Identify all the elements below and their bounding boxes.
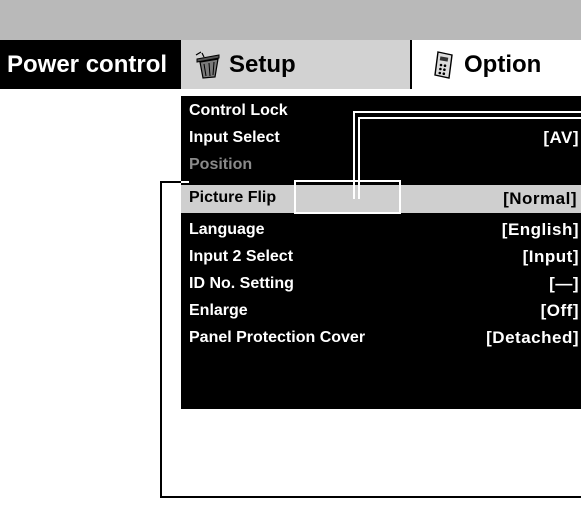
menu-item-label: Position: [189, 156, 253, 173]
menu-item-value: [Detached]: [486, 328, 579, 347]
menu-item-panel-protection-cover[interactable]: Panel Protection Cover [Detached]: [181, 326, 581, 352]
tab-power-control-label: Power control: [7, 50, 168, 78]
tab-option[interactable]: Option: [412, 40, 581, 89]
callout-connector: [181, 181, 189, 183]
menu-item-label: Panel Protection Cover: [189, 329, 366, 346]
menu-item-id-no-setting[interactable]: ID No. Setting [—]: [181, 272, 581, 298]
remote-control-icon: [432, 50, 458, 80]
menu-item-value: [Input]: [522, 247, 579, 266]
tab-option-label: Option: [464, 50, 542, 78]
selected-value-highlight: [294, 180, 401, 214]
menu-item-label: Input 2 Select: [189, 248, 294, 265]
menu-item-label: Control Lock: [189, 102, 288, 119]
menu-item-input-2-select[interactable]: Input 2 Select [Input]: [181, 245, 581, 271]
menu-item-value: [—]: [549, 274, 579, 293]
menu-item-label: Language: [189, 221, 265, 238]
top-bar: [0, 0, 581, 40]
menu-item-language[interactable]: Language [English]: [181, 218, 581, 244]
tab-power-control[interactable]: Power control: [0, 40, 178, 89]
menu-item-value: [English]: [501, 220, 579, 239]
menu-item-label: ID No. Setting: [189, 275, 294, 292]
menu-item-value: [Off]: [540, 301, 579, 320]
menu-item-enlarge[interactable]: Enlarge [Off]: [181, 299, 581, 325]
tab-setup-label: Setup: [229, 50, 296, 78]
menu-item-label: Input Select: [189, 129, 280, 146]
menu-item-label: Picture Flip: [189, 189, 277, 206]
trash-can-icon: [193, 50, 223, 80]
menu-item-label: Enlarge: [189, 302, 248, 319]
tab-setup[interactable]: Setup: [181, 40, 410, 89]
tab-bar: Power control Setup Option: [0, 40, 581, 89]
